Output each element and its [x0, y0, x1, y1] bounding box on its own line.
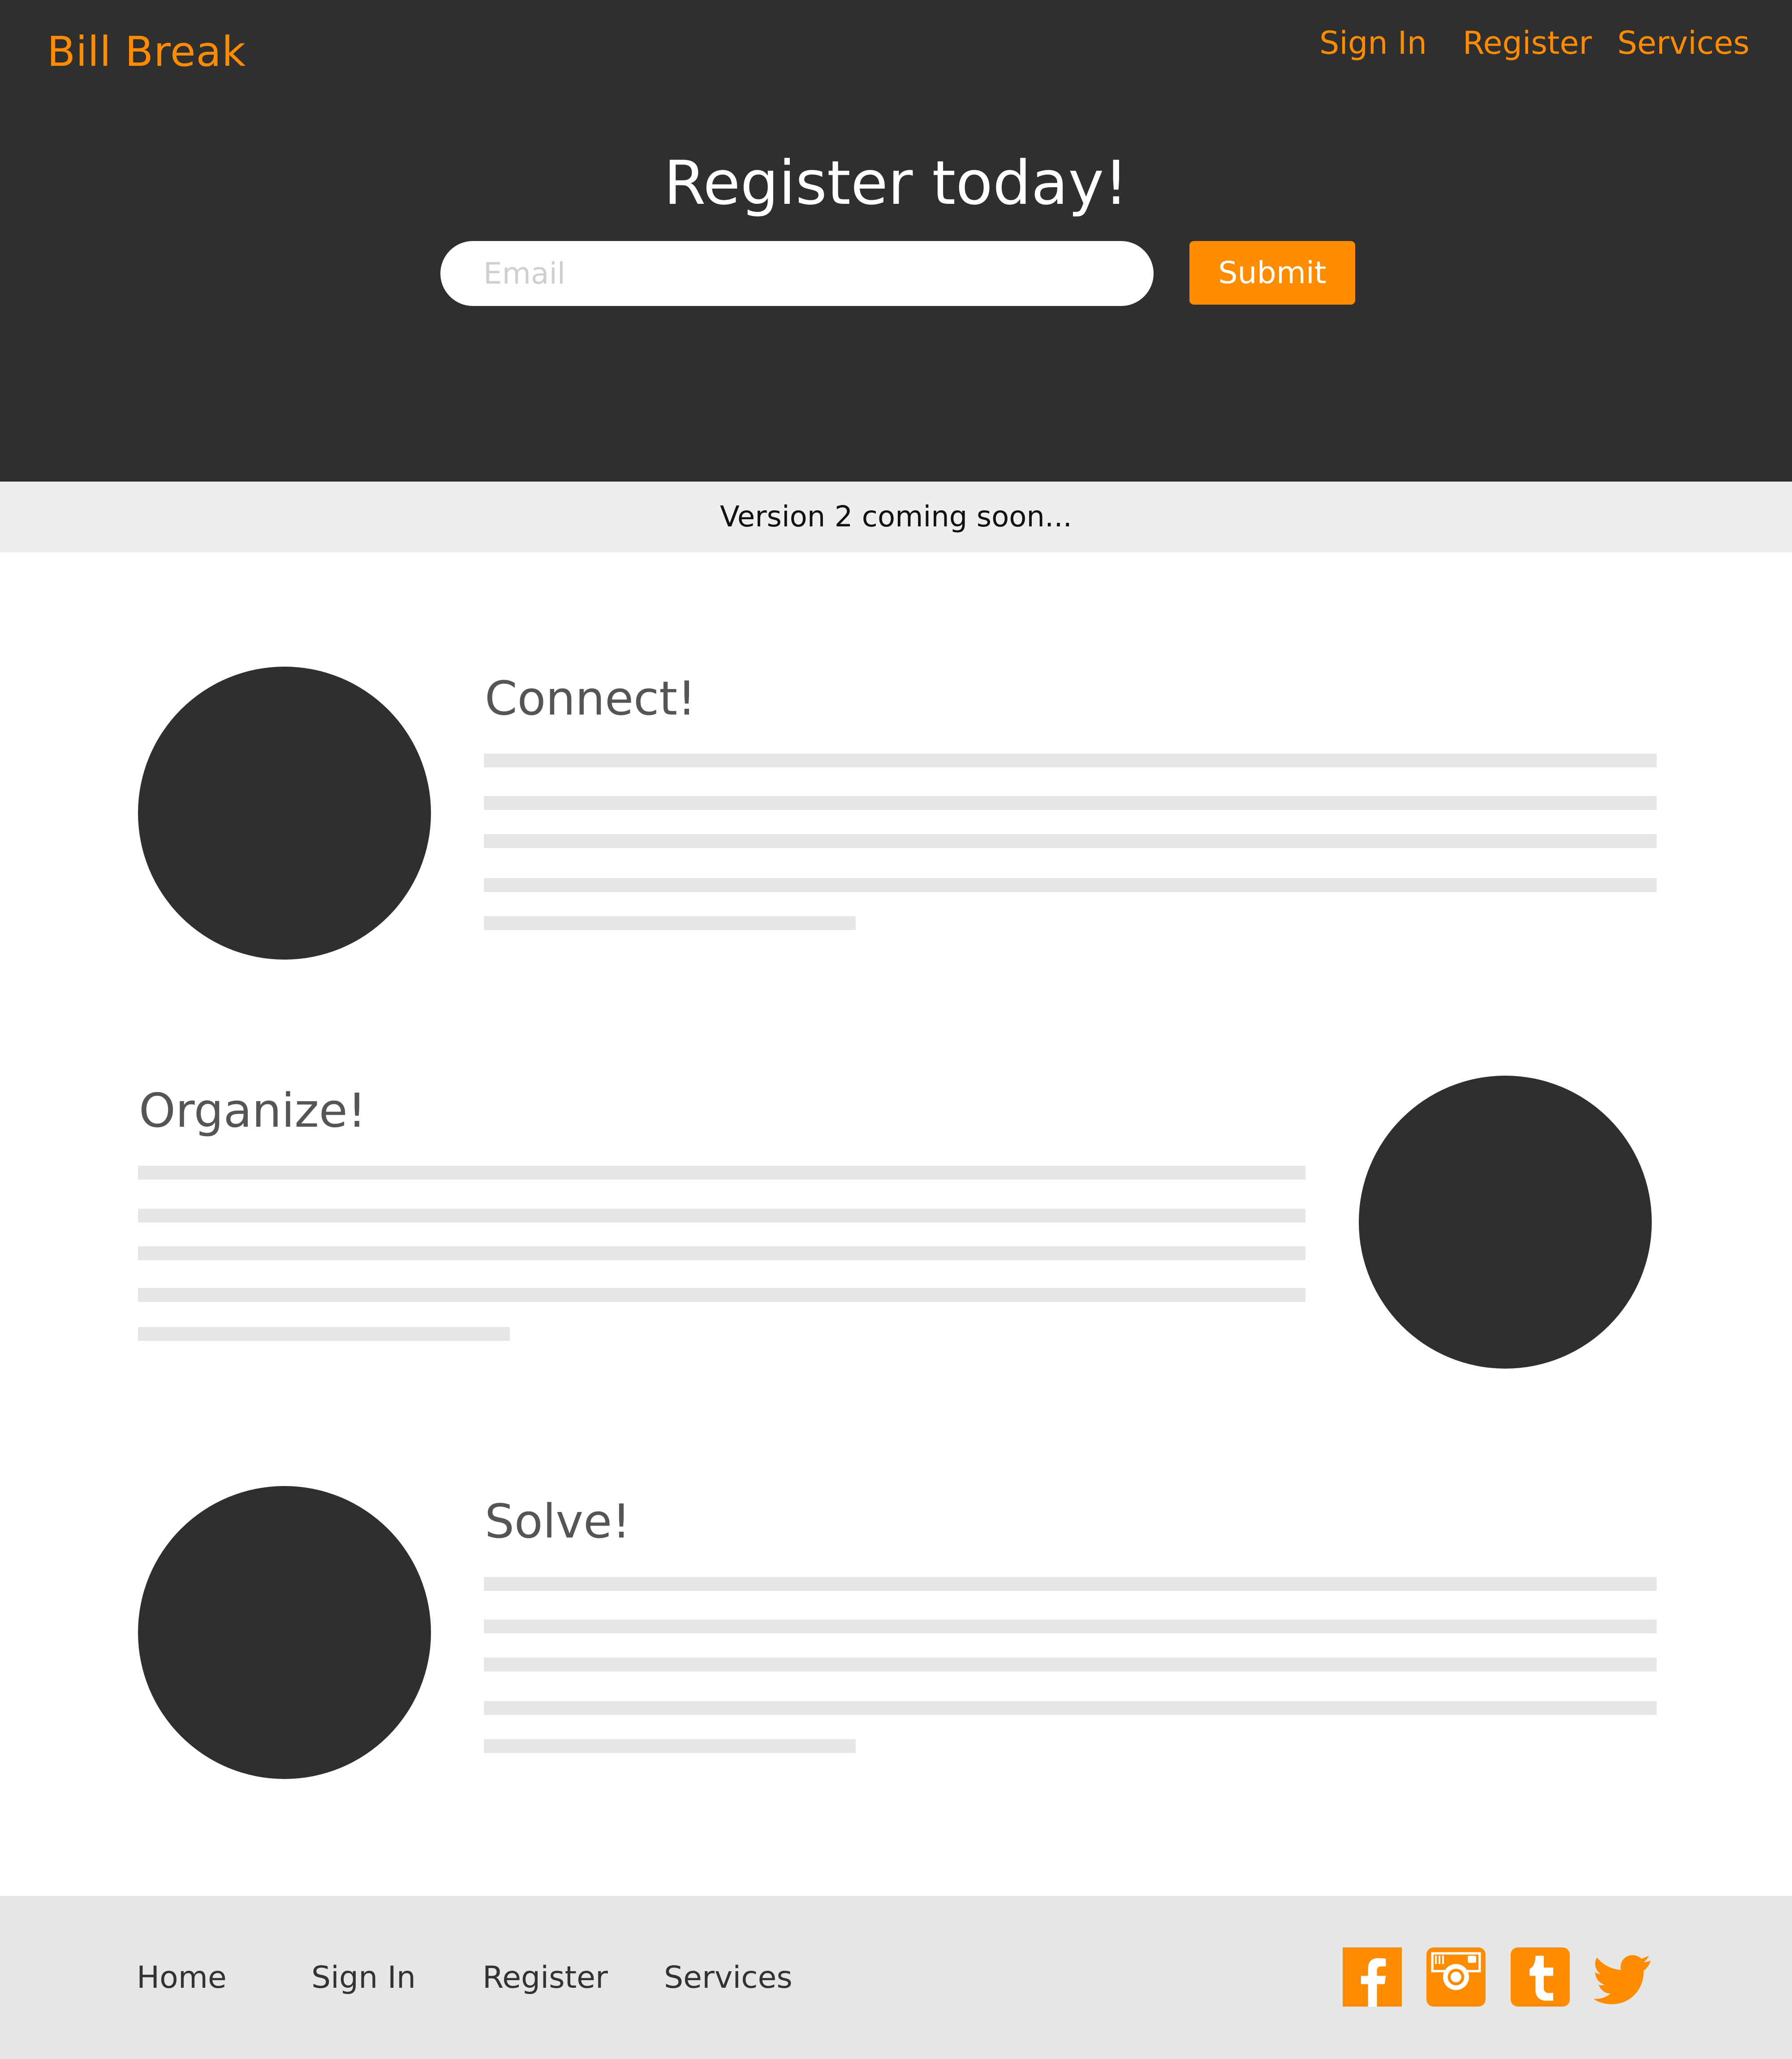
banner-text: Version 2 coming soon... [720, 500, 1072, 534]
tumblr-icon[interactable] [1511, 1947, 1570, 2007]
hero-title: Register today! [663, 148, 1129, 218]
feature-image-placeholder [1359, 1076, 1652, 1369]
text-placeholder-line [484, 1620, 1657, 1633]
nav-sign-in-link[interactable]: Sign In [1319, 25, 1427, 61]
footer-register-link[interactable]: Register [482, 1960, 608, 1995]
text-placeholder-line [138, 1327, 510, 1341]
site-header: Bill Break Sign In Register Services Reg… [0, 0, 1792, 482]
feature-title-organize: Organize! [139, 1083, 366, 1138]
text-placeholder-line [484, 834, 1657, 848]
submit-button[interactable]: Submit [1189, 241, 1355, 305]
text-placeholder-line [484, 1658, 1657, 1671]
twitter-icon[interactable] [1594, 1947, 1653, 2007]
feature-title-connect: Connect! [485, 671, 696, 726]
announcement-banner: Version 2 coming soon... [0, 482, 1792, 552]
text-placeholder-line [484, 1577, 1657, 1591]
facebook-icon[interactable] [1343, 1947, 1402, 2007]
text-placeholder-line [138, 1246, 1305, 1260]
feature-title-solve: Solve! [485, 1494, 631, 1549]
text-placeholder-line [484, 916, 856, 930]
instagram-icon[interactable] [1426, 1947, 1486, 2007]
email-input[interactable] [440, 241, 1154, 306]
text-placeholder-line [138, 1288, 1305, 1302]
feature-image-placeholder [138, 667, 431, 960]
text-placeholder-line [138, 1166, 1305, 1180]
feature-image-placeholder [138, 1486, 431, 1779]
footer-sign-in-link[interactable]: Sign In [311, 1960, 416, 1995]
nav-services-link[interactable]: Services [1617, 25, 1749, 61]
nav-register-link[interactable]: Register [1463, 25, 1592, 61]
text-placeholder-line [484, 754, 1657, 767]
text-placeholder-line [138, 1209, 1305, 1223]
brand-logo[interactable]: Bill Break [47, 28, 246, 76]
site-footer: Home Sign In Register Services [0, 1896, 1792, 2059]
footer-home-link[interactable]: Home [137, 1960, 227, 1995]
footer-services-link[interactable]: Services [664, 1960, 793, 1995]
text-placeholder-line [484, 1701, 1657, 1715]
text-placeholder-line [484, 1739, 856, 1753]
text-placeholder-line [484, 878, 1657, 892]
text-placeholder-line [484, 796, 1657, 810]
